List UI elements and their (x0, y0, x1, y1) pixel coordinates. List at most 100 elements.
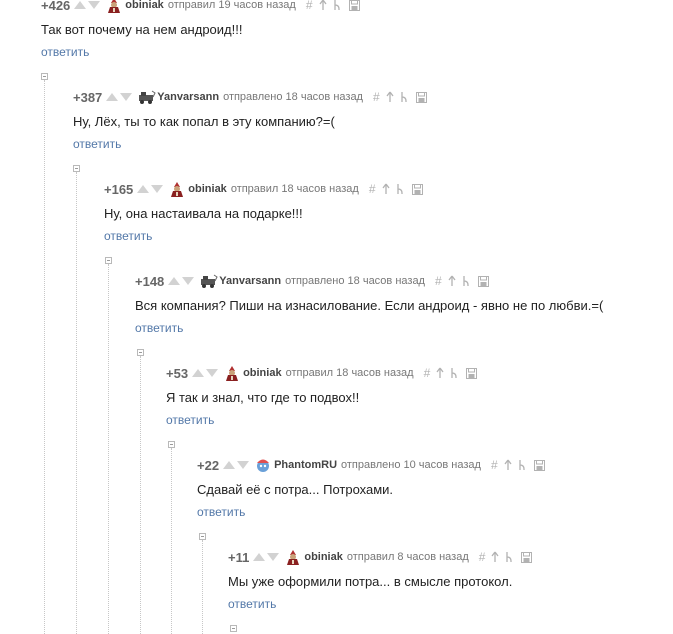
parent-arrow-icon[interactable] (436, 367, 444, 379)
vote-down-icon[interactable] (237, 461, 250, 469)
save-icon[interactable] (521, 551, 533, 563)
vote-up-icon[interactable] (223, 461, 236, 469)
collapse-thread-button[interactable] (230, 625, 237, 632)
comment-header: +426 obiniak отправил 19 часов назад # (41, 0, 360, 14)
vote-down-icon[interactable] (88, 1, 101, 9)
vote-up-icon[interactable] (253, 553, 266, 561)
save-icon[interactable] (348, 0, 360, 11)
vote-up-icon[interactable] (106, 93, 119, 101)
comment-author[interactable]: obiniak (243, 367, 282, 379)
vote-down-icon[interactable] (120, 93, 133, 101)
comment-author[interactable]: Yanvarsann (219, 275, 281, 287)
comment-rating: +387 (73, 89, 103, 105)
branch-icon[interactable] (450, 367, 460, 379)
save-icon[interactable] (533, 459, 545, 471)
save-icon[interactable] (415, 91, 427, 103)
save-icon[interactable] (466, 367, 478, 379)
hash-icon[interactable]: # (491, 458, 498, 472)
comment: +387 Yanvarsann отправлено 18 часов наза… (73, 88, 427, 153)
thread-line (108, 264, 109, 634)
save-icon[interactable] (477, 275, 489, 287)
comment-rating: +11 (228, 549, 250, 565)
comment-author[interactable]: Yanvarsann (157, 91, 219, 103)
hash-icon[interactable]: # (369, 182, 376, 196)
collapse-thread-button[interactable] (73, 165, 80, 172)
save-icon[interactable] (411, 183, 423, 195)
comment-author[interactable]: obiniak (125, 0, 164, 11)
vote-down-icon[interactable] (267, 553, 280, 561)
vote-down-icon[interactable] (182, 277, 195, 285)
comment: +11 obiniak отправил 8 часов назад # Мы … (228, 548, 533, 613)
comment: +426 obiniak отправил 19 часов назад # Т… (41, 0, 360, 61)
comment-author[interactable]: obiniak (188, 183, 227, 195)
comment-rating: +22 (197, 457, 220, 473)
collapse-thread-button[interactable] (41, 73, 48, 80)
parent-arrow-icon[interactable] (381, 183, 390, 195)
comment-time: отправлено 10 часов назад (341, 459, 481, 471)
comment-time: отправил 19 часов назад (167, 0, 296, 11)
reply-link[interactable]: ответить (135, 321, 183, 335)
hash-icon[interactable]: # (479, 550, 486, 564)
thread-line (140, 356, 141, 634)
vote-down-icon[interactable] (206, 369, 219, 377)
branch-icon[interactable] (333, 0, 343, 11)
hash-icon[interactable]: # (306, 0, 313, 12)
branch-icon[interactable] (396, 183, 406, 195)
collapse-thread-button[interactable] (168, 441, 175, 448)
parent-arrow-icon[interactable] (491, 551, 499, 563)
parent-arrow-icon[interactable] (318, 0, 327, 11)
comment-header: +387 Yanvarsann отправлено 18 часов наза… (73, 88, 427, 106)
comment-header: +148 Yanvarsann отправлено 18 часов наза… (135, 272, 603, 290)
obiniak-avatar[interactable] (106, 0, 122, 13)
branch-icon[interactable] (400, 91, 410, 103)
thread-line (44, 80, 45, 634)
hash-icon[interactable]: # (435, 274, 442, 288)
vote-up-icon[interactable] (137, 185, 150, 193)
comment-time: отправлено 18 часов назад (223, 91, 363, 103)
reply-link[interactable]: ответить (228, 597, 276, 611)
hash-icon[interactable]: # (424, 366, 431, 380)
comment: +53 obiniak отправил 18 часов назад # Я … (166, 364, 478, 429)
obiniak-avatar[interactable] (224, 365, 240, 381)
hash-icon[interactable]: # (373, 90, 380, 104)
vote-up-icon[interactable] (74, 1, 87, 9)
reply-link[interactable]: ответить (166, 413, 214, 427)
parent-arrow-icon[interactable] (386, 91, 394, 103)
comment-rating: +148 (135, 273, 165, 289)
comment-time: отправил 8 часов назад (346, 551, 469, 563)
obiniak-avatar[interactable] (169, 181, 185, 197)
collapse-thread-button[interactable] (137, 349, 144, 356)
comment-time: отправил 18 часов назад (285, 367, 414, 379)
comment-text: Я так и знал, что где то подвох!! (166, 390, 360, 405)
comment-text: Мы уже оформили потра... в смысле проток… (228, 574, 513, 589)
comment-text: Сдавай её с потра... Потрохами. (197, 482, 394, 497)
comment-text: Вся компания? Пиши на изнасилование. Есл… (135, 298, 604, 313)
comment-text: Ну, Лёх, ты то как попал в эту компанию?… (73, 114, 335, 129)
comment-header: +165 obiniak отправил 18 часов назад # (104, 180, 423, 198)
reply-link[interactable]: ответить (73, 137, 121, 151)
reply-link[interactable]: ответить (104, 229, 152, 243)
comment: +148 Yanvarsann отправлено 18 часов наза… (135, 272, 603, 337)
yanvarsann-avatar[interactable] (200, 273, 218, 289)
obiniak-avatar[interactable] (285, 549, 301, 565)
yanvarsann-avatar[interactable] (138, 89, 156, 105)
comment: +22 PhantomRU отправлено 10 часов назад … (197, 456, 545, 521)
branch-icon[interactable] (462, 275, 472, 287)
vote-up-icon[interactable] (168, 277, 181, 285)
vote-up-icon[interactable] (192, 369, 205, 377)
collapse-thread-button[interactable] (105, 257, 112, 264)
comment-header: +22 PhantomRU отправлено 10 часов назад … (197, 456, 545, 474)
branch-icon[interactable] (518, 459, 528, 471)
parent-arrow-icon[interactable] (448, 275, 456, 287)
parent-arrow-icon[interactable] (504, 459, 512, 471)
thread-line (171, 448, 172, 634)
comment-author[interactable]: PhantomRU (274, 459, 337, 471)
reply-link[interactable]: ответить (41, 45, 89, 59)
branch-icon[interactable] (505, 551, 515, 563)
comment-text: Ну, она настаивала на подарке!!! (104, 206, 303, 221)
reply-link[interactable]: ответить (197, 505, 245, 519)
collapse-thread-button[interactable] (199, 533, 206, 540)
phantomru-avatar[interactable] (255, 457, 271, 473)
comment-author[interactable]: obiniak (304, 551, 343, 563)
vote-down-icon[interactable] (151, 185, 164, 193)
